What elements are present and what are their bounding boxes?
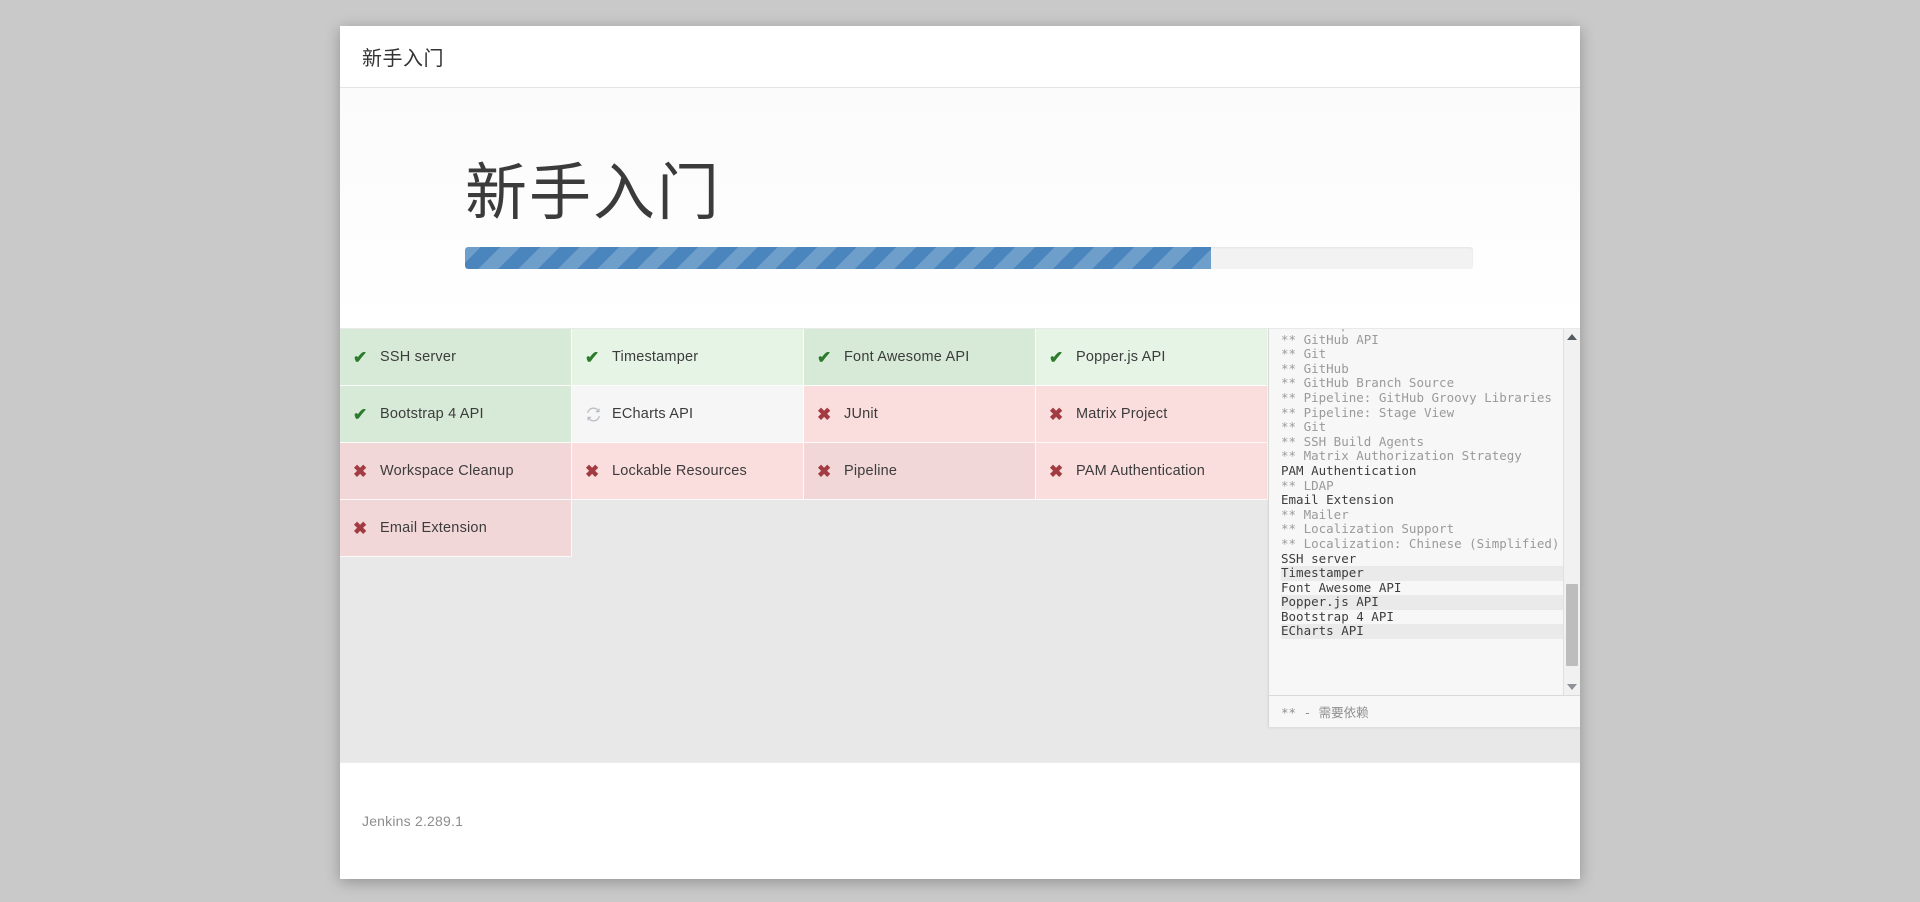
- log-line: ** LDAP: [1281, 477, 1334, 493]
- log-line: ** GitHub Branch Source: [1281, 375, 1455, 391]
- log-line: ** Localization Support: [1281, 521, 1455, 537]
- hero-banner: 新手入门: [340, 88, 1580, 329]
- jenkins-version-label: Jenkins 2.289.1: [362, 813, 464, 829]
- setup-wizard-dialog: 新手入门 新手入门 SSH serverTimestamperFont Awes…: [340, 26, 1580, 879]
- check-icon: [817, 349, 839, 366]
- log-line: ** Matrix Authorization Strategy: [1281, 448, 1522, 464]
- cross-icon: [817, 463, 839, 480]
- dialog-title: 新手入门: [362, 48, 444, 70]
- cross-icon: [817, 406, 839, 423]
- log-line: ** Localization: Chinese (Simplified): [1281, 535, 1560, 551]
- plugin-tile-label: ECharts API: [612, 406, 694, 422]
- cross-icon: [1049, 406, 1071, 423]
- plugin-tile-label: Lockable Resources: [612, 463, 747, 479]
- log-line: ** Pipeline: Stage View: [1281, 404, 1455, 420]
- plugin-tile: Font Awesome API: [804, 329, 1036, 386]
- plugin-tile-label: PAM Authentication: [1076, 463, 1206, 479]
- log-line: Font Awesome API: [1281, 579, 1402, 595]
- plugin-tile-label: Popper.js API: [1076, 349, 1166, 365]
- cross-icon: [353, 463, 375, 480]
- log-legend: ** - 需要依赖: [1269, 696, 1580, 727]
- plugin-tile-label: SSH server: [380, 349, 457, 365]
- plugin-tile-label: Timestamper: [612, 349, 699, 365]
- log-line: Popper.js API: [1281, 595, 1563, 610]
- plugin-tile: Timestamper: [572, 329, 804, 386]
- cross-icon: [353, 520, 375, 537]
- spinner-icon: [585, 406, 607, 423]
- dialog-footer: Jenkins 2.289.1: [340, 762, 1580, 879]
- log-line: PAM Authentication: [1281, 462, 1417, 478]
- log-line: ** GitHub: [1281, 360, 1349, 376]
- dialog-body: SSH serverTimestamperFont Awesome APIPop…: [340, 329, 1580, 762]
- log-line: Email Extension: [1281, 492, 1394, 508]
- plugin-tile-label: Pipeline: [844, 463, 898, 479]
- log-line-list: ** OkHttp** GitHub API** Git** GitHub** …: [1269, 329, 1563, 643]
- log-line: ECharts API: [1281, 624, 1563, 640]
- plugin-tile: PAM Authentication: [1036, 443, 1268, 500]
- plugin-tile: Lockable Resources: [572, 443, 804, 500]
- dialog-header: 新手入门: [340, 26, 1580, 88]
- log-line: ** Git: [1281, 419, 1327, 435]
- log-line: Timestamper: [1281, 565, 1563, 581]
- plugin-tile-label: Matrix Project: [1076, 406, 1168, 422]
- scroll-down-arrow-icon[interactable]: [1564, 679, 1580, 695]
- hero-content: 新手入门: [465, 159, 1473, 270]
- plugin-tile: Pipeline: [804, 443, 1036, 500]
- scrollbar-thumb[interactable]: [1566, 584, 1578, 666]
- log-line: Bootstrap 4 API: [1281, 608, 1394, 624]
- plugin-status-grid: SSH server Timestamper Font Awesome API Pop…: [340, 329, 1268, 557]
- check-icon: [353, 406, 375, 423]
- plugin-tile-label: Email Extension: [380, 520, 487, 536]
- cross-icon: [585, 463, 607, 480]
- plugin-tile-label: JUnit: [844, 406, 879, 422]
- check-icon: [1049, 349, 1071, 366]
- check-icon: [353, 349, 375, 366]
- install-progress-bar: [465, 247, 1473, 270]
- plugin-tile: Email Extension: [340, 500, 572, 557]
- plugin-tile-label: Font Awesome API: [844, 349, 970, 365]
- scroll-up-arrow-icon[interactable]: [1564, 329, 1580, 345]
- plugin-tile: SSH server: [340, 329, 572, 386]
- install-log-panel: ** OkHttp** GitHub API** Git** GitHub** …: [1268, 329, 1580, 727]
- page-title: 新手入门: [465, 159, 722, 228]
- plugin-tile: Matrix Project: [1036, 386, 1268, 443]
- plugin-tile: ECharts API: [572, 386, 804, 443]
- plugin-tile: JUnit: [804, 386, 1036, 443]
- cross-icon: [1049, 463, 1071, 480]
- log-scrollbar[interactable]: [1563, 329, 1580, 695]
- log-line: ** Mailer: [1281, 506, 1349, 522]
- install-progress-fill: [465, 247, 1211, 270]
- log-line: ** GitHub API: [1281, 331, 1379, 347]
- log-line: SSH server: [1281, 550, 1357, 566]
- plugin-tile: Popper.js API: [1036, 329, 1268, 386]
- log-line: ** SSH Build Agents: [1281, 433, 1424, 449]
- plugin-tile: Bootstrap 4 API: [340, 386, 572, 443]
- log-line: ** Git: [1281, 346, 1327, 362]
- check-icon: [585, 349, 607, 366]
- log-scroll-area[interactable]: ** OkHttp** GitHub API** Git** GitHub** …: [1269, 329, 1580, 696]
- plugin-tile: Workspace Cleanup: [340, 443, 572, 500]
- plugin-tile-label: Workspace Cleanup: [380, 463, 514, 479]
- log-line: ** Pipeline: GitHub Groovy Libraries: [1281, 389, 1552, 405]
- plugin-tile-label: Bootstrap 4 API: [380, 406, 484, 422]
